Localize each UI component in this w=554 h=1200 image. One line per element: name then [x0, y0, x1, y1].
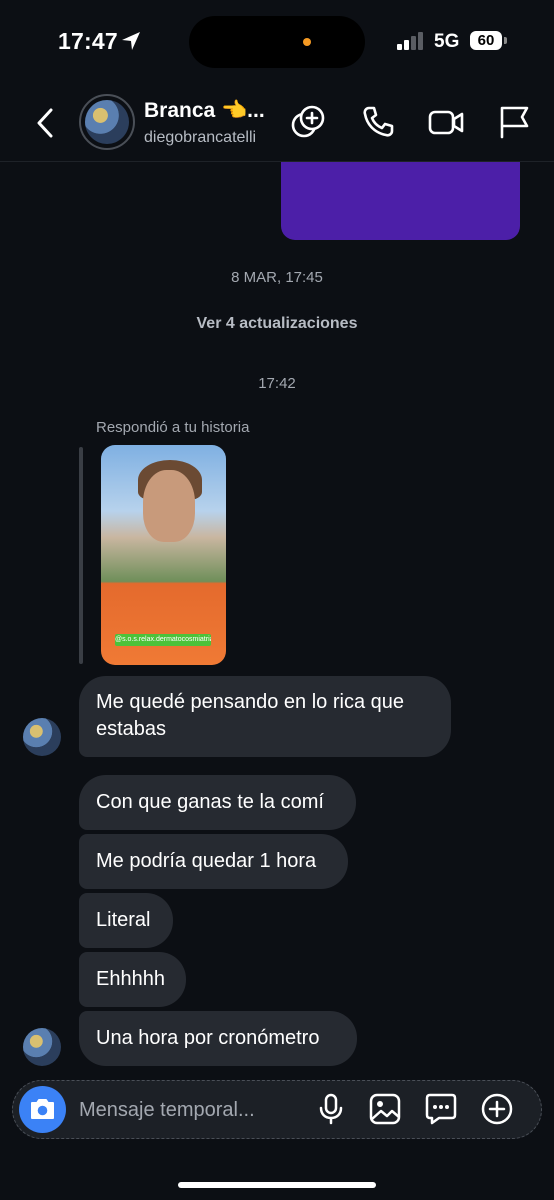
- timestamp-divider: 17:42: [258, 375, 296, 392]
- message-bubble[interactable]: Me quedé pensando en lo rica que estabas: [79, 676, 451, 757]
- sticker-icon[interactable]: [424, 1092, 458, 1126]
- sender-avatar[interactable]: [23, 1028, 61, 1066]
- back-icon[interactable]: [33, 106, 57, 140]
- microphone-icon[interactable]: [314, 1092, 348, 1126]
- story-reply-line: [79, 447, 83, 664]
- home-indicator: [178, 1182, 376, 1188]
- privacy-indicator: [303, 38, 311, 46]
- message-bubble[interactable]: Literal: [79, 893, 173, 948]
- battery-tip: [504, 37, 507, 44]
- message-bubble[interactable]: Me podría quedar 1 hora: [79, 834, 348, 889]
- phone-icon[interactable]: [360, 104, 396, 140]
- add-people-icon[interactable]: [290, 104, 326, 140]
- timestamp-divider: 8 MAR, 17:45: [231, 269, 323, 286]
- contact-username[interactable]: diegobrancatelli: [144, 129, 256, 147]
- message-bubble[interactable]: Una hora por cronómetro: [79, 1011, 357, 1066]
- status-time: 17:47: [58, 28, 118, 54]
- avatar[interactable]: [85, 100, 129, 144]
- camera-icon: [31, 1099, 54, 1119]
- sent-media-bubble[interactable]: [281, 162, 520, 240]
- story-reply-label: Respondió a tu historia: [96, 419, 250, 436]
- battery-indicator: 60: [470, 31, 502, 50]
- message-bubble[interactable]: Con que ganas te la comí: [79, 775, 356, 830]
- sender-avatar[interactable]: [23, 718, 61, 756]
- location-arrow-icon: [122, 32, 140, 50]
- gallery-icon[interactable]: [368, 1092, 402, 1126]
- network-label: 5G: [434, 31, 460, 52]
- message-input[interactable]: [79, 1097, 299, 1124]
- plus-icon[interactable]: [480, 1092, 514, 1126]
- story-face-shape: [143, 470, 195, 542]
- camera-button[interactable]: [19, 1086, 66, 1133]
- story-mention-tag: @s.o.s.relax.dermatocosmiatria: [115, 634, 211, 646]
- signal-icon: [397, 32, 423, 50]
- view-updates-link[interactable]: Ver 4 actualizaciones: [0, 315, 554, 333]
- dynamic-island: [189, 16, 365, 68]
- message-bubble[interactable]: Ehhhhh: [79, 952, 186, 1007]
- flag-icon[interactable]: [497, 104, 533, 140]
- video-icon[interactable]: [428, 104, 464, 140]
- contact-name[interactable]: Branca 👈...: [144, 99, 265, 123]
